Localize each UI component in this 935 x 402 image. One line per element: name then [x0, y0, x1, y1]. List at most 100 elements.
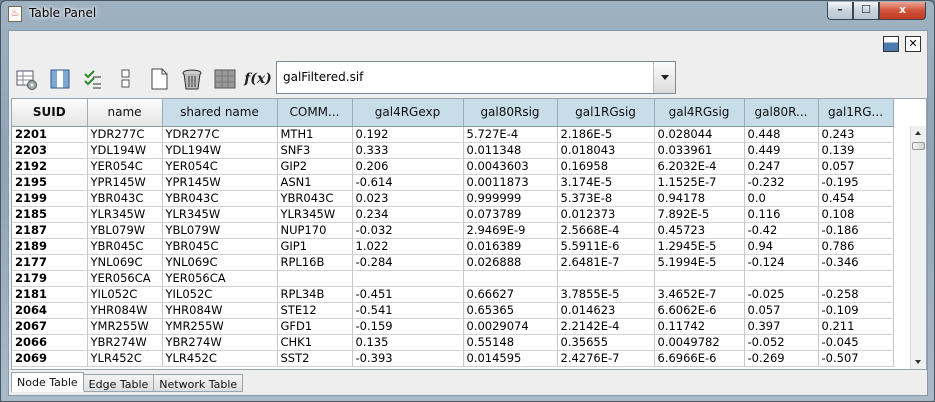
table-cell[interactable]: -0.186: [818, 222, 894, 239]
table-cell[interactable]: YMR255W: [162, 318, 278, 335]
table-cell[interactable]: -0.269: [744, 350, 819, 367]
table-cell[interactable]: 0.65365: [463, 302, 558, 319]
table-cell[interactable]: 2189: [12, 238, 88, 255]
table-cell[interactable]: 6.2032E-4: [654, 158, 745, 175]
table-cell[interactable]: -0.507: [818, 350, 894, 367]
table-cell[interactable]: 2195: [12, 174, 88, 191]
table-cell[interactable]: 0.016389: [463, 238, 558, 255]
table-cell[interactable]: YLR345W: [162, 206, 278, 223]
table-cell[interactable]: GIP2: [277, 158, 353, 175]
table-cell[interactable]: 2066: [12, 334, 88, 351]
scroll-up-icon[interactable]: [911, 126, 926, 140]
table-cell[interactable]: 1.1525E-7: [654, 174, 745, 191]
table-cell[interactable]: 0.999999: [463, 190, 558, 207]
scroll-thumb[interactable]: [912, 142, 925, 150]
table-row[interactable]: 2203 YDL194W YDL194W SNF3 0.333 0.011348 0.018…: [12, 142, 894, 159]
table-cell[interactable]: 0.012373: [557, 206, 655, 223]
table-cell[interactable]: YBR043C: [87, 190, 163, 207]
table-cell[interactable]: -0.258: [818, 286, 894, 303]
table-cell[interactable]: 0.66627: [463, 286, 558, 303]
table-cell[interactable]: SNF3: [277, 142, 353, 159]
table-cell[interactable]: 0.449: [744, 142, 819, 159]
table-cell[interactable]: 2.9469E-9: [463, 222, 558, 239]
delete-column-icon[interactable]: [177, 64, 207, 94]
table-cell[interactable]: 2179: [12, 270, 88, 287]
table-cell[interactable]: 0.026888: [463, 254, 558, 271]
table-cell[interactable]: 0.0029074: [463, 318, 558, 335]
table-cell[interactable]: YLR345W: [277, 206, 353, 223]
panel-close-icon[interactable]: ✕: [905, 36, 921, 52]
table-cell[interactable]: 0.16958: [557, 158, 655, 175]
table-cell[interactable]: RPL16B: [277, 254, 353, 271]
table-cell[interactable]: 2181: [12, 286, 88, 303]
column-header[interactable]: SUID: [12, 99, 88, 127]
table-cell[interactable]: -0.451: [352, 286, 464, 303]
table-cell[interactable]: 2192: [12, 158, 88, 175]
table-cell[interactable]: 6.6966E-6: [654, 350, 745, 367]
table-cell[interactable]: -0.195: [818, 174, 894, 191]
table-cell[interactable]: 0.55148: [463, 334, 558, 351]
tab-network-table[interactable]: Network Table: [154, 374, 244, 392]
column-header[interactable]: gal4RGsig: [654, 99, 745, 127]
table-cell[interactable]: YBR274W: [162, 334, 278, 351]
table-cell[interactable]: 0.192: [352, 126, 464, 143]
function-builder-icon[interactable]: f(x): [243, 64, 273, 94]
table-cell[interactable]: CHK1: [277, 334, 353, 351]
table-cell[interactable]: [654, 270, 745, 287]
network-grid-icon[interactable]: [210, 64, 240, 94]
table-row[interactable]: 2187 YBL079W YBL079W NUP170 -0.032 2.9469E-9 2…: [12, 222, 894, 239]
table-cell[interactable]: GFD1: [277, 318, 353, 335]
table-cell[interactable]: 0.023: [352, 190, 464, 207]
table-cell[interactable]: -0.346: [818, 254, 894, 271]
table-row[interactable]: 2199 YBR043C YBR043C YBR043C 0.023 0.999999 5.…: [12, 190, 894, 207]
table-cell[interactable]: YER054C: [162, 158, 278, 175]
table-cell[interactable]: 2064: [12, 302, 88, 319]
table-cell[interactable]: YIL052C: [87, 286, 163, 303]
table-cell[interactable]: 2187: [12, 222, 88, 239]
table-cell[interactable]: [463, 270, 558, 287]
tab-edge-table[interactable]: Edge Table: [83, 374, 155, 392]
table-cell[interactable]: 5.373E-8: [557, 190, 655, 207]
table-cell[interactable]: 2069: [12, 350, 88, 367]
table-cell[interactable]: YER056CA: [162, 270, 278, 287]
vertical-scrollbar[interactable]: [910, 126, 926, 369]
table-cell[interactable]: [352, 270, 464, 287]
table-cell[interactable]: -0.025: [744, 286, 819, 303]
table-cell[interactable]: YHR084W: [87, 302, 163, 319]
table-cell[interactable]: 0.135: [352, 334, 464, 351]
table-cell[interactable]: -0.045: [818, 334, 894, 351]
table-cell[interactable]: STE12: [277, 302, 353, 319]
table-cell[interactable]: 6.6062E-6: [654, 302, 745, 319]
table-cell[interactable]: 0.014595: [463, 350, 558, 367]
table-cell[interactable]: YER056CA: [87, 270, 163, 287]
table-cell[interactable]: YLR345W: [87, 206, 163, 223]
table-cell[interactable]: 0.028044: [654, 126, 745, 143]
table-cell[interactable]: YNL069C: [87, 254, 163, 271]
table-cell[interactable]: 0.057: [818, 158, 894, 175]
network-select[interactable]: galFiltered.sif: [276, 61, 676, 94]
column-header[interactable]: gal4RGexp: [352, 99, 464, 127]
table-cell[interactable]: 2.4276E-7: [557, 350, 655, 367]
column-header[interactable]: name: [87, 99, 163, 127]
table-cell[interactable]: 0.94178: [654, 190, 745, 207]
table-cell[interactable]: YHR084W: [162, 302, 278, 319]
table-cell[interactable]: YPR145W: [162, 174, 278, 191]
table-cell[interactable]: 2177: [12, 254, 88, 271]
table-cell[interactable]: 3.7855E-5: [557, 286, 655, 303]
table-cell[interactable]: 2.5668E-4: [557, 222, 655, 239]
maximize-button[interactable]: ☐: [853, 2, 879, 20]
table-cell[interactable]: YLR452C: [87, 350, 163, 367]
table-cell[interactable]: 0.057: [744, 302, 819, 319]
table-cell[interactable]: YBR043C: [277, 190, 353, 207]
column-header[interactable]: shared name: [162, 99, 278, 127]
table-cell[interactable]: 0.033961: [654, 142, 745, 159]
minimize-button[interactable]: –: [827, 2, 853, 20]
select-all-icon[interactable]: [78, 64, 108, 94]
table-cell[interactable]: 0.211: [818, 318, 894, 335]
table-cell[interactable]: 0.243: [818, 126, 894, 143]
table-cell[interactable]: 5.727E-4: [463, 126, 558, 143]
table-cell[interactable]: 0.073789: [463, 206, 558, 223]
column-chooser-icon[interactable]: [45, 64, 75, 94]
table-row[interactable]: 2067 YMR255W YMR255W GFD1 -0.159 0.0029074 2.2…: [12, 318, 894, 335]
table-cell[interactable]: -0.159: [352, 318, 464, 335]
